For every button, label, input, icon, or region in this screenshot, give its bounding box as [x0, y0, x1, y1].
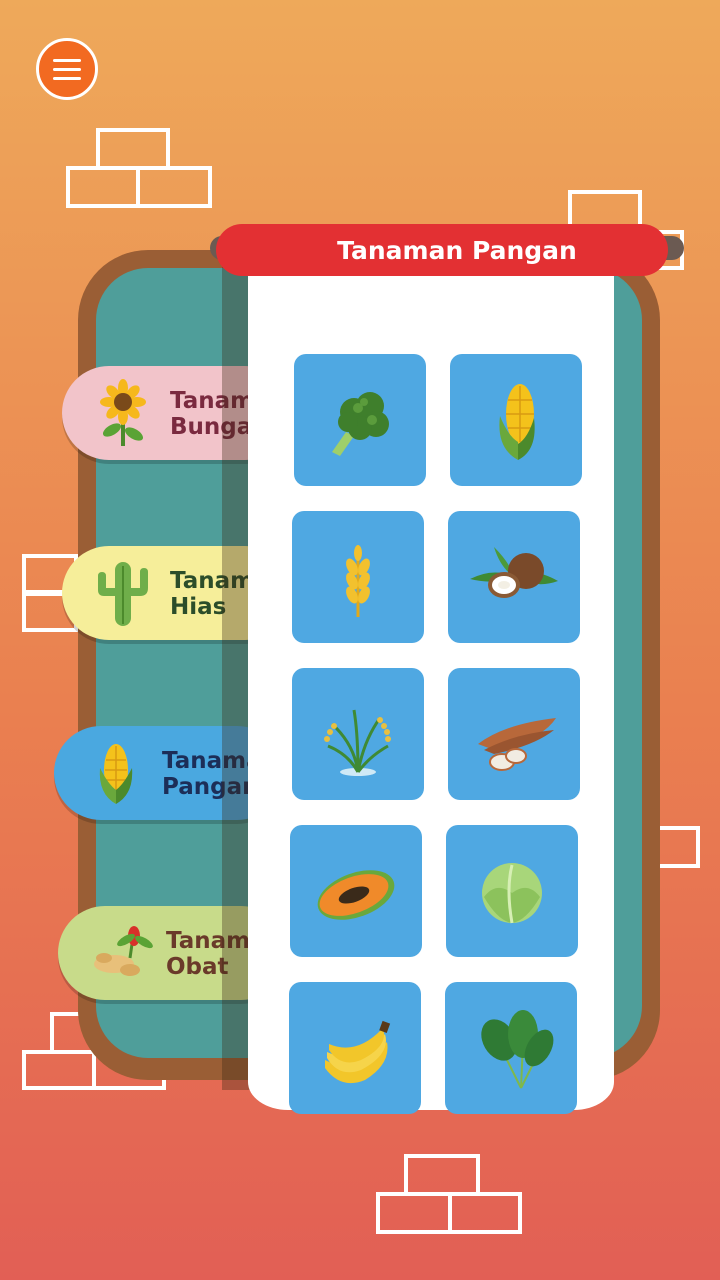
ginger-icon — [94, 926, 153, 976]
corn-icon — [99, 744, 133, 804]
rice-plant-icon — [324, 709, 391, 776]
corn-icon — [499, 384, 535, 460]
cabbage-icon — [482, 863, 542, 924]
item-tile-coconut[interactable] — [448, 511, 580, 643]
menu-button[interactable] — [36, 38, 98, 100]
broccoli-icon — [332, 392, 389, 456]
item-tile-spinach[interactable] — [445, 982, 577, 1114]
item-tile-banana[interactable] — [289, 982, 421, 1114]
item-tile-cabbage[interactable] — [446, 825, 578, 957]
cactus-icon — [98, 562, 148, 626]
panel-title: Tanaman Pangan — [337, 235, 577, 265]
sunflower-icon — [100, 379, 146, 446]
item-tile-rice-plant[interactable] — [292, 668, 424, 800]
item-tile-wheat[interactable] — [292, 511, 424, 643]
panel-title-ribbon: Tanaman Pangan — [216, 224, 668, 276]
cassava-icon — [478, 718, 556, 771]
item-tile-papaya[interactable] — [290, 825, 422, 957]
coconut-icon — [470, 547, 558, 598]
wheat-icon — [346, 545, 370, 617]
hamburger-menu-icon — [53, 58, 81, 62]
item-tile-cassava[interactable] — [448, 668, 580, 800]
spinach-icon — [481, 1010, 554, 1089]
item-tile-broccoli[interactable] — [294, 354, 426, 486]
banana-icon — [325, 1020, 391, 1084]
papaya-icon — [317, 870, 395, 920]
item-tile-corn[interactable] — [450, 354, 582, 486]
